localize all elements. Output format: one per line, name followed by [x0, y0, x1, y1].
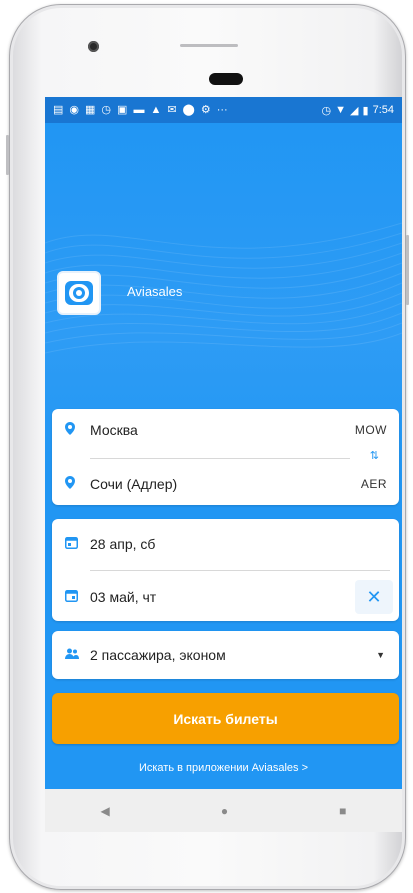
signal-icon: ◢	[350, 104, 359, 117]
notification-icon: ▤	[53, 103, 64, 116]
system-icons: ◷ ▼ ◢ ▮ 7:54	[322, 104, 394, 117]
phone-frame: ▤ ◉ ▦ ◷ ▣ ▬ ▲ ✉ ⬤ ⚙ ··· ◷ ▼ ◢ ▮ 7:54 Avi…	[6, 4, 409, 890]
return-date-field[interactable]: 03 май, чт ✕	[52, 579, 399, 615]
android-nav-bar: ◀ ● ■	[45, 789, 402, 832]
brand-name: Aviasales	[127, 284, 183, 299]
message-icon: ▬	[133, 103, 145, 116]
status-bar: ▤ ◉ ▦ ◷ ▣ ▬ ▲ ✉ ⬤ ⚙ ··· ◷ ▼ ◢ ▮ 7:54	[45, 97, 402, 123]
earpiece	[180, 44, 238, 47]
chevron-down-icon: ▼	[376, 650, 385, 660]
status-time: 7:54	[372, 104, 394, 116]
location-pin-icon	[65, 476, 75, 492]
passengers-card[interactable]: 2 пассажира, эконом ▼	[52, 631, 399, 679]
aviasales-logo	[57, 271, 101, 315]
passengers-label: 2 пассажира, эконом	[90, 647, 226, 663]
return-date: 03 май, чт	[90, 589, 157, 605]
swap-icon[interactable]: ⇅	[370, 449, 379, 462]
origin-city: Москва	[90, 422, 138, 438]
clear-return-date-button[interactable]: ✕	[355, 580, 393, 614]
destination-field[interactable]: Сочи (Адлер) AER	[52, 463, 399, 505]
drive-icon: ▲	[150, 103, 162, 116]
calendar-icon: ▦	[85, 103, 96, 116]
origin-code: MOW	[354, 423, 387, 437]
front-camera	[88, 41, 99, 52]
recents-icon[interactable]: ■	[339, 804, 346, 818]
calendar-icon	[65, 589, 78, 605]
destination-city: Сочи (Адлер)	[90, 476, 178, 492]
settings-icon: ⚙	[200, 103, 211, 116]
dates-card: 28 апр, сб 03 май, чт ✕	[52, 519, 399, 621]
route-divider	[90, 458, 350, 459]
origin-field[interactable]: Москва MOW	[52, 409, 399, 451]
proximity-sensor	[209, 73, 243, 85]
location-icon: ◉	[69, 103, 80, 116]
search-tickets-button[interactable]: Искать билеты	[52, 693, 399, 744]
more-icon: ···	[216, 103, 228, 116]
location-icon: ⬤	[182, 103, 195, 116]
alarm-icon: ◷	[101, 103, 112, 116]
aviasales-logo-icon	[65, 281, 93, 305]
alarm-icon: ◷	[321, 104, 332, 117]
dates-divider	[90, 570, 390, 571]
notification-icons: ▤ ◉ ▦ ◷ ▣ ▬ ▲ ✉ ⬤ ⚙ ···	[53, 103, 322, 116]
search-in-app-link[interactable]: Искать в приложении Aviasales >	[45, 762, 402, 774]
gallery-icon: ▣	[117, 103, 128, 116]
screen: ▤ ◉ ▦ ◷ ▣ ▬ ▲ ✉ ⬤ ⚙ ··· ◷ ▼ ◢ ▮ 7:54 Avi…	[45, 97, 402, 832]
mail-icon: ✉	[167, 103, 177, 116]
route-card: Москва MOW ⇅ Сочи (Адлер) AER	[52, 409, 399, 505]
departure-date: 28 апр, сб	[90, 536, 156, 552]
battery-icon: ▮	[362, 104, 369, 117]
location-pin-icon	[65, 422, 75, 438]
calendar-icon	[65, 536, 78, 552]
home-icon[interactable]: ●	[221, 804, 228, 818]
destination-code: AER	[360, 477, 387, 491]
back-icon[interactable]: ◀	[101, 804, 110, 818]
close-icon: ✕	[366, 586, 382, 607]
phone-side-button	[406, 235, 409, 305]
passengers-icon	[65, 647, 79, 663]
departure-date-field[interactable]: 28 апр, сб	[52, 527, 399, 561]
phone-side-button	[6, 135, 9, 175]
wifi-icon: ▼	[335, 104, 347, 116]
passengers-field[interactable]: 2 пассажира, эконом ▼	[52, 631, 399, 679]
